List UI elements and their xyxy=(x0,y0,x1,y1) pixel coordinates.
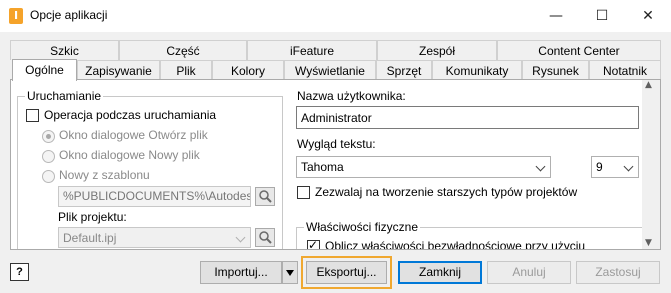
compute-properties-label: Oblicz właściwości bezwładnościowe przy … xyxy=(325,239,586,250)
tab-content-center[interactable]: Content Center xyxy=(497,40,661,60)
project-file-select[interactable]: Default.ipj xyxy=(58,227,251,248)
radio-open-dialog[interactable] xyxy=(42,130,55,143)
scroll-down-icon[interactable]: ▼ xyxy=(645,238,652,248)
radio-from-template-label: Nowy z szablonu xyxy=(59,168,150,182)
project-file-value: Default.ipj xyxy=(63,231,117,245)
startup-operation-checkbox[interactable] xyxy=(26,109,39,122)
tab-sprzet[interactable]: Sprzęt xyxy=(376,60,432,80)
triangle-down-icon xyxy=(286,270,294,276)
magnifier-icon xyxy=(259,231,272,244)
close-icon[interactable]: ✕ xyxy=(625,0,671,32)
font-size-value: 9 xyxy=(596,160,603,174)
cancel-label: Anuluj xyxy=(512,265,546,279)
font-value: Tahoma xyxy=(301,160,344,174)
startup-group-label: Uruchamianie xyxy=(25,89,104,103)
close-button[interactable]: Zamknij xyxy=(398,261,482,284)
import-menu-button[interactable] xyxy=(282,261,298,284)
scroll-up-icon[interactable]: ▲ xyxy=(645,80,652,90)
user-name-label: Nazwa użytkownika: xyxy=(297,89,406,103)
legacy-projects-checkbox[interactable] xyxy=(297,186,310,199)
font-size-select[interactable]: 9 xyxy=(591,156,639,178)
tab-wyswietlanie[interactable]: Wyświetlanie xyxy=(284,60,376,80)
tab-zespol[interactable]: Zespół xyxy=(377,40,497,60)
browse-template-button[interactable] xyxy=(255,187,275,206)
apply-label: Zastosuj xyxy=(595,265,641,279)
inventor-app-icon: I xyxy=(9,8,23,24)
tab-plik[interactable]: Plik xyxy=(160,60,212,80)
startup-operation-label: Operacja podczas uruchamiania xyxy=(44,108,217,122)
tab-ifeature[interactable]: iFeature xyxy=(247,40,377,60)
user-name-input[interactable]: Administrator xyxy=(296,106,639,129)
template-path-field[interactable]: %PUBLICDOCUMENTS%\Autodes xyxy=(58,186,251,207)
import-label: Importuj... xyxy=(214,265,268,279)
tab-zapisywanie[interactable]: Zapisywanie xyxy=(77,60,160,80)
tab-ogolne[interactable]: Ogólne xyxy=(12,59,77,81)
text-appearance-label: Wygląd tekstu: xyxy=(297,137,376,151)
tab-notatnik[interactable]: Notatnik xyxy=(589,60,661,80)
import-button[interactable]: Importuj... xyxy=(200,261,282,284)
maximize-icon[interactable]: ☐ xyxy=(579,0,625,32)
chevron-down-icon xyxy=(623,161,634,172)
compute-properties-checkbox[interactable] xyxy=(307,238,320,249)
minimize-icon[interactable]: — xyxy=(533,0,579,32)
tab-czesc[interactable]: Część xyxy=(119,40,247,60)
font-select[interactable]: Tahoma xyxy=(296,156,551,178)
apply-button[interactable]: Zastosuj xyxy=(576,261,660,284)
tab-kolory[interactable]: Kolory xyxy=(212,60,284,80)
vertical-scrollbar[interactable] xyxy=(642,80,660,249)
magnifier-icon xyxy=(259,190,272,203)
radio-from-template[interactable] xyxy=(42,170,55,183)
legacy-projects-label: Zezwalaj na tworzenie starszych typów pr… xyxy=(315,185,578,199)
window-title: Opcje aplikacji xyxy=(30,8,108,22)
cancel-button[interactable]: Anuluj xyxy=(487,261,571,284)
radio-new-dialog-label: Okno dialogowe Nowy plik xyxy=(59,148,200,162)
close-label: Zamknij xyxy=(418,265,461,279)
chevron-down-icon xyxy=(235,232,246,243)
help-icon[interactable]: ? xyxy=(10,263,29,281)
radio-new-dialog[interactable] xyxy=(42,150,55,163)
project-file-label: Plik projektu: xyxy=(58,210,127,224)
tab-page-general: Uruchamianie Operacja podczas uruchamian… xyxy=(10,79,661,250)
browse-project-button[interactable] xyxy=(255,228,275,247)
physical-group-label: Właściwości fizyczne xyxy=(304,220,421,234)
export-label: Eksportuj... xyxy=(316,265,377,279)
tab-szkic[interactable]: Szkic xyxy=(10,40,119,60)
chevron-down-icon xyxy=(535,161,546,172)
tab-komunikaty[interactable]: Komunikaty xyxy=(432,60,522,80)
tab-rysunek[interactable]: Rysunek xyxy=(522,60,589,80)
radio-open-dialog-label: Okno dialogowe Otwórz plik xyxy=(59,128,208,142)
export-button[interactable]: Eksportuj... xyxy=(306,261,387,284)
